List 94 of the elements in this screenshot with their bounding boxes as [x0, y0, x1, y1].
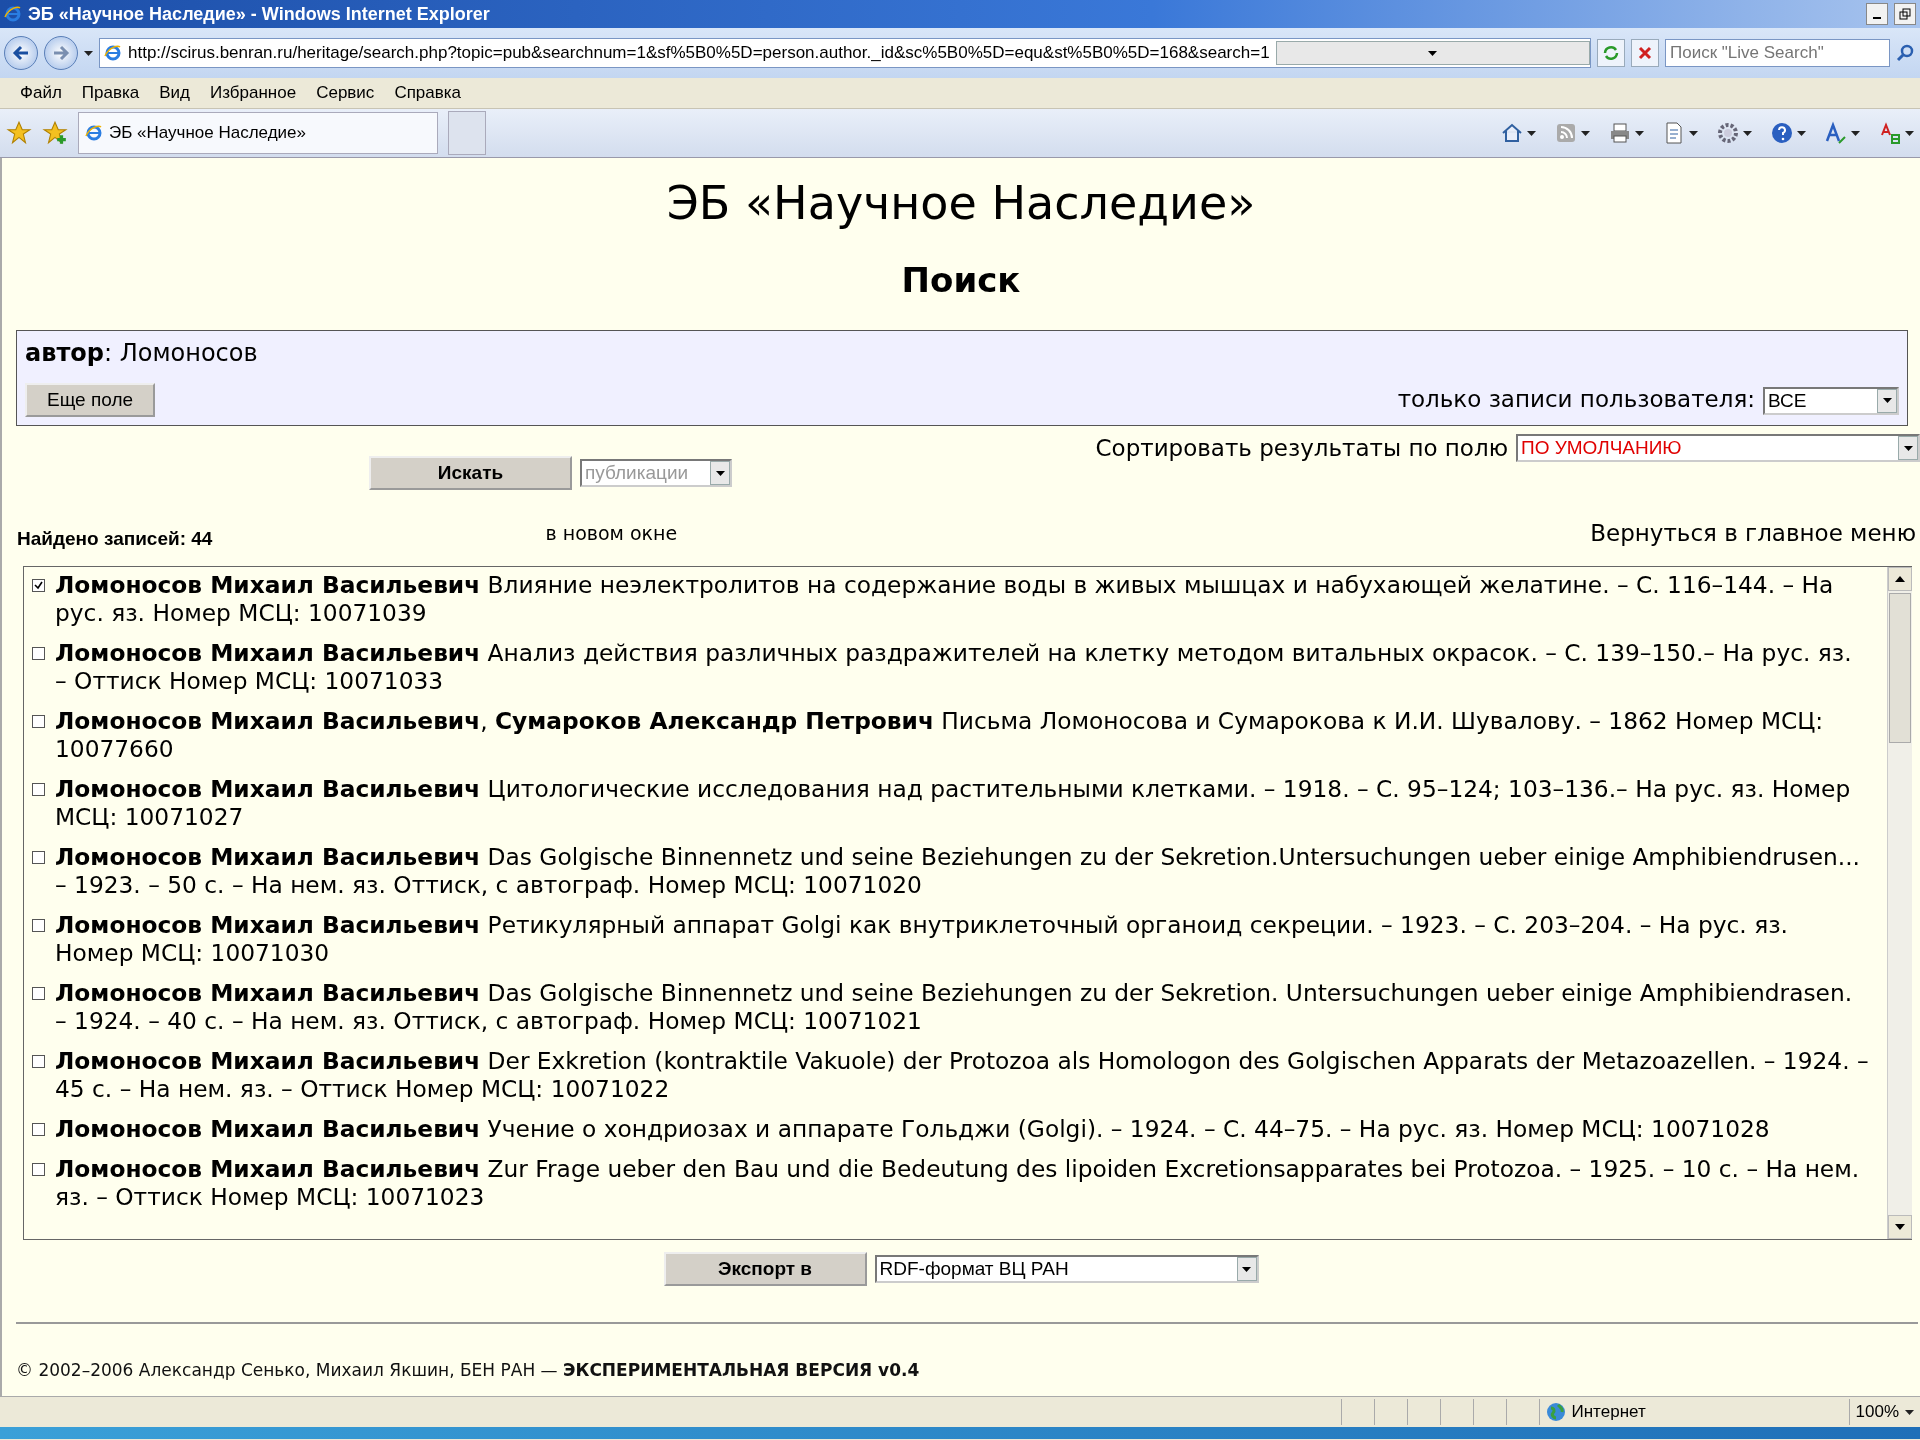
checkbox[interactable] [32, 647, 45, 660]
translate-icon[interactable] [1878, 121, 1902, 145]
result-entry: Ломоносов Михаил Васильевич Влияние неэлектролитов на содержание воды в живых мышцах и набухающей желатине. – С. 116–144. – На рус. яз. Номер МСЦ: 10071039 [55, 571, 1835, 627]
criterion-text: автор: Ломоносов [25, 339, 259, 367]
checkbox[interactable] [32, 851, 45, 864]
new-window-text: в новом окне [545, 522, 678, 544]
checkbox[interactable] [32, 715, 45, 728]
browser-tab[interactable]: ЭБ «Научное Наследие» [78, 112, 438, 154]
refresh-icon [1602, 44, 1620, 62]
search-button[interactable]: Искать [369, 456, 572, 490]
home-icon[interactable] [1500, 121, 1524, 145]
address-field[interactable]: http://scirus.benran.ru/heritage/search.php?topic=pub&searchnum=1&sf%5B0%5D=person.author._id&sc%5B0%5D=equ&st%5B0%5D=168&search=1 [99, 38, 1591, 68]
scrollbar-thumb[interactable] [1889, 593, 1911, 743]
dropdown-button[interactable] [1877, 388, 1897, 413]
export-button[interactable]: Экспорт в [663, 1252, 867, 1286]
menu-item[interactable]: Сервис [316, 83, 375, 103]
result-entry: Ломоносов Михаил Васильевич Цитологические исследования над растительными клетками. – 1918. – С. 95–124; 103–136.– На рус. яз. Номер МСЦ: 10071027 [55, 775, 1852, 831]
minimize-icon [1873, 17, 1881, 19]
user-filter-select[interactable]: ВСЕ [1763, 386, 1899, 415]
caret-icon [1428, 50, 1438, 56]
forward-button[interactable] [44, 36, 78, 70]
result-entry: Ломоносов Михаил Васильевич, Сумароков Александр Петрович Письма Ломоносова и Сумарокова к И.И. Шувалову. – 1862 Номер МСЦ: 10077660 [55, 707, 1825, 763]
caret-icon [1743, 130, 1752, 136]
caret-icon [1903, 445, 1913, 451]
caret-icon [1635, 130, 1644, 136]
refresh-button[interactable] [1597, 39, 1625, 67]
print-icon[interactable] [1608, 121, 1632, 145]
search-field[interactable]: Поиск "Live Search" [1665, 39, 1890, 67]
restore-button[interactable] [1894, 3, 1916, 25]
user-filter-label: только записи пользователя: [1397, 385, 1755, 412]
caret-icon [1851, 130, 1860, 136]
page-title: ЭБ «Научное Наследие» [665, 176, 1257, 230]
caret-icon [1905, 1409, 1914, 1415]
settings-icon[interactable] [1716, 121, 1740, 145]
add-favorite-icon[interactable] [42, 120, 68, 146]
caret-icon [1242, 1266, 1251, 1272]
scroll-up-button[interactable] [1888, 567, 1912, 591]
checkbox[interactable] [32, 579, 45, 592]
menu-item[interactable]: Файл [20, 83, 62, 103]
scroll-down-button[interactable] [1888, 1215, 1912, 1239]
caret-icon [1581, 130, 1590, 136]
checkbox[interactable] [32, 783, 45, 796]
main-menu-link[interactable]: Вернуться в главное меню [1590, 520, 1916, 546]
back-button[interactable] [4, 36, 38, 70]
result-entry: Ломоносов Михаил Васильевич Zur Frage ueber den Bau und die Bedeutung des lipoiden Excretionsapparates bei Protozoa. – 1925. – 10 с. – На нем. яз. – Оттиск Номер МСЦ: 10071023 [55, 1155, 1861, 1211]
sort-select[interactable]: ПО УМОЛЧАНИЮ [1516, 434, 1920, 462]
page-subtitle: Поиск [900, 260, 1022, 300]
checkbox[interactable] [32, 919, 45, 932]
window-title: ЭБ «Научное Наследие» - Windows Internet Explorer [28, 3, 490, 25]
menu-item[interactable]: Правка [81, 83, 140, 103]
checkbox[interactable] [32, 1055, 45, 1068]
caret-icon [1689, 130, 1698, 136]
menu-item[interactable]: Справка [394, 83, 462, 103]
help-icon[interactable] [1770, 121, 1794, 145]
export-format-select[interactable]: RDF-формат ВЦ РАН [874, 1255, 1259, 1283]
caret-icon [1882, 398, 1892, 403]
check-icon [34, 581, 43, 590]
history-caret-icon [84, 50, 93, 56]
checkbox[interactable] [32, 1123, 45, 1136]
arrow-right-icon [52, 44, 70, 62]
checkbox[interactable] [32, 987, 45, 1000]
minimize-button[interactable] [1866, 3, 1888, 25]
dropdown-button[interactable] [1898, 436, 1918, 460]
globe-icon [1545, 1402, 1566, 1422]
zone-text: Интернет [1571, 1402, 1646, 1422]
result-entry: Ломоносов Михаил Васильевич Ретикулярный аппарат Golgi как внутриклеточный органоид секреции. – 1923. – С. 203–204. – На рус. яз. Номер МСЦ: 10071030 [55, 911, 1789, 967]
footer-text: © 2002–2006 Александр Сенько, Михаил Якшин, БЕН РАН — ЭКСПЕРИМЕНТАЛЬНАЯ ВЕРСИЯ v0.4 [16, 1360, 921, 1380]
caret-down-icon [1895, 1224, 1905, 1230]
result-entry: Ломоносов Михаил Васильевич Das Golgische Binnennetz und seine Beziehungen zu der Sekretion.Untersuchungen ueber einige Amphibiendrusen... – 1923. – 50 с. – На нем. яз. Оттиск, с автограф. Номер МСЦ: 10071020 [55, 843, 1861, 899]
menu-item[interactable]: Вид [159, 83, 190, 103]
arrow-left-icon [12, 44, 30, 62]
text-size-icon[interactable] [1824, 121, 1848, 145]
search-icon[interactable] [1896, 43, 1916, 63]
caret-up-icon [1895, 576, 1905, 582]
sort-label: Сортировать результаты по полю [1095, 435, 1508, 461]
caret-icon [1527, 130, 1536, 136]
checkbox[interactable] [32, 1163, 45, 1176]
favorites-star-icon[interactable] [6, 120, 32, 146]
close-icon [1637, 45, 1653, 61]
zoom-level[interactable]: 100% [1848, 1399, 1905, 1425]
result-entry: Ломоносов Михаил Васильевич Учение о хондриозах и аппарате Гольджи (Golgi). – 1924. – С. 44–75. – На рус. яз. Номер МСЦ: 10071028 [55, 1115, 1770, 1143]
result-entry: Ломоносов Михаил Васильевич Das Golgische Binnennetz und seine Beziehungen zu der Sekretion. Untersuchungen ueber einige Amphibiendrasen. – 1924. – 40 с. – На нем. яз. Оттиск, с автограф. Номер МСЦ: 10071021 [55, 979, 1854, 1035]
more-field-button[interactable]: Еще поле [25, 383, 156, 417]
result-entry: Ломоносов Михаил Васильевич Der Exkretion (kontraktile Vakuole) der Protozoa als Homologon des Golgischen Apparats der Metazoazellen. – 1924. – 45 с. – На нем. яз. – Оттиск Номер МСЦ: 10071022 [55, 1047, 1869, 1103]
dropdown-button[interactable] [1236, 1257, 1257, 1281]
stop-button[interactable] [1631, 39, 1659, 67]
caret-icon [715, 470, 725, 476]
browser-icon [4, 5, 22, 23]
menu-item[interactable]: Избранное [210, 83, 297, 103]
caret-icon [1797, 130, 1806, 136]
results-count: Найдено записей: 44 [17, 528, 213, 550]
caret-icon [1905, 130, 1914, 136]
result-entry: Ломоносов Михаил Васильевич Анализ действия различных раздражителей на клетку методом витальных окрасок. – С. 139–150.– На рус. яз. – Оттиск Номер МСЦ: 10071033 [55, 639, 1853, 695]
restore-icon [1899, 8, 1911, 20]
